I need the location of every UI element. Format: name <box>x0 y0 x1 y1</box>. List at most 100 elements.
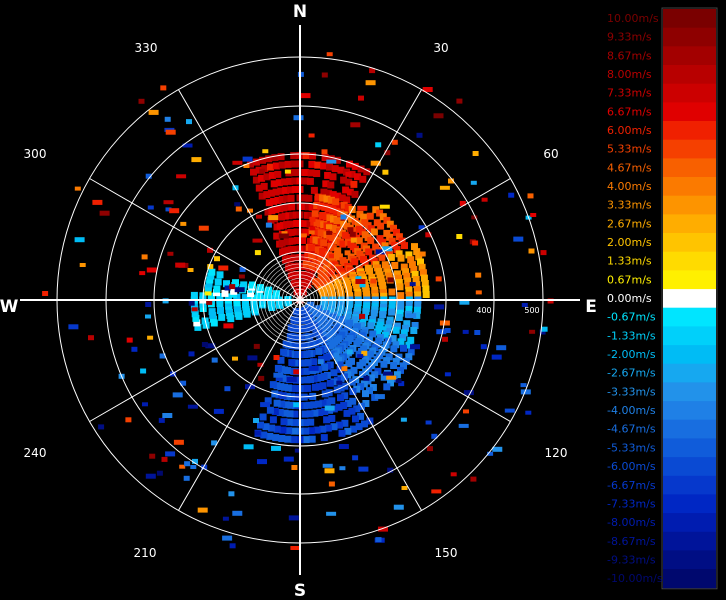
radar-speckle <box>254 250 261 256</box>
radar-speckle <box>214 256 220 262</box>
radar-speckle <box>254 430 261 436</box>
radar-cell <box>369 330 377 338</box>
radar-speckle <box>175 262 186 268</box>
radar-speckle <box>425 420 432 425</box>
radar-speckle <box>145 473 156 479</box>
radar-cell <box>313 170 321 177</box>
colorbar-label: 0.67m/s <box>607 273 652 286</box>
colorbar-swatch <box>663 195 716 215</box>
radar-speckle <box>317 359 324 365</box>
radar-speckle <box>337 361 344 367</box>
radar-speckle <box>265 222 272 228</box>
radar-speckle <box>363 375 370 381</box>
radar-speckle <box>496 345 507 351</box>
radar-speckle <box>197 507 208 513</box>
colorbar-label: -9.33m/s <box>607 553 656 566</box>
radar-speckle <box>293 402 300 408</box>
radar-cell <box>302 367 310 375</box>
radar-cell <box>278 435 286 442</box>
radar-speckle <box>350 237 357 243</box>
radar-speckle <box>300 233 307 238</box>
radar-speckle <box>268 215 279 221</box>
radar-cell <box>330 369 338 377</box>
radar-speckle <box>232 160 243 165</box>
colorbar-label: 2.00m/s <box>607 236 652 249</box>
radar-cell <box>365 248 373 256</box>
radar-speckle <box>42 291 49 296</box>
colorbar-label: -4.00m/s <box>607 404 656 417</box>
radar-speckle <box>474 330 481 335</box>
radar-cell <box>284 160 292 168</box>
radar-speckle <box>146 267 157 273</box>
radar-cell <box>392 326 400 334</box>
radar-speckle <box>232 356 238 361</box>
radar-speckle <box>147 205 154 210</box>
radar-cell <box>208 268 216 276</box>
radar-cell <box>280 418 288 426</box>
radar-cell <box>401 242 408 250</box>
radar-speckle <box>338 444 349 449</box>
radar-speckle <box>156 470 163 476</box>
radar-speckle <box>520 383 527 388</box>
radar-cell <box>277 153 285 161</box>
radar-cell <box>273 399 281 407</box>
colorbar-swatch <box>663 233 716 253</box>
colorbar-label: -7.33m/s <box>607 497 656 510</box>
radar-cell <box>350 180 358 188</box>
radar-cell <box>396 283 404 291</box>
radar-speckle <box>450 472 457 477</box>
radar-speckle <box>140 368 147 374</box>
colorbar: 10.00m/s 9.33m/s 8.67m/s 8.00m/s 7.33m/s 6.67… <box>607 7 718 590</box>
radar-cell <box>366 212 374 220</box>
radar-speckle <box>131 346 138 352</box>
radar-cell <box>308 244 316 252</box>
radar-speckle <box>436 329 447 335</box>
colorbar-label: 4.00m/s <box>607 180 652 193</box>
bearing-300-label: 300 <box>24 147 47 161</box>
radar-velocity-chart: N E S W 30 60 120 150 210 240 300 330 40… <box>0 2 718 600</box>
radar-speckle <box>228 491 235 497</box>
radar-speckle <box>191 157 202 163</box>
radar-speckle <box>284 169 291 174</box>
radar-cell <box>326 379 334 387</box>
radar-cell <box>290 152 298 160</box>
colorbar-swatch <box>663 177 716 197</box>
bearing-150-label: 150 <box>435 546 458 560</box>
colorbar-swatch <box>663 46 716 66</box>
colorbar-label: 6.67m/s <box>607 105 652 118</box>
radar-speckle <box>158 417 165 423</box>
radar-speckle <box>139 271 146 276</box>
radar-speckle <box>340 214 347 220</box>
radar-speckle <box>243 444 254 450</box>
radar-speckle <box>167 251 174 256</box>
colorbar-swatch <box>663 121 716 141</box>
colorbar-label: -1.33m/s <box>607 329 656 342</box>
radar-cell <box>290 436 298 444</box>
radar-speckle <box>370 278 377 284</box>
radar-speckle <box>541 326 548 332</box>
bearing-120-label: 120 <box>545 446 568 460</box>
radar-speckle <box>326 230 333 235</box>
radar-cell <box>351 190 359 198</box>
radar-cell <box>320 239 328 247</box>
radar-speckle <box>309 226 316 231</box>
radar-cell <box>383 383 391 391</box>
colorbar-swatch <box>663 251 716 271</box>
polar-grid <box>20 25 580 575</box>
radar-speckle <box>142 402 148 407</box>
bearing-330-label: 330 <box>135 41 158 55</box>
radar-speckle <box>529 329 536 334</box>
radar-speckle <box>357 354 364 359</box>
radar-speckle <box>222 535 233 541</box>
radar-speckle <box>300 93 311 99</box>
radar-cell <box>320 434 328 442</box>
radar-cell <box>218 313 226 321</box>
radar-cell <box>391 262 399 269</box>
radar-speckle <box>463 390 474 396</box>
colorbar-swatch <box>663 494 716 514</box>
radar-speckle <box>456 98 463 104</box>
colorbar-label: -10.00m/s <box>607 572 663 585</box>
colorbar-swatch <box>663 83 716 103</box>
radar-speckle <box>359 313 366 319</box>
radar-cell <box>280 348 288 356</box>
